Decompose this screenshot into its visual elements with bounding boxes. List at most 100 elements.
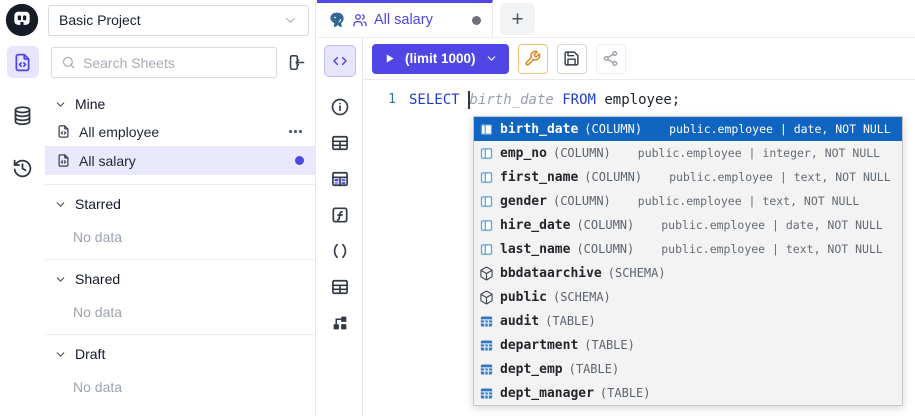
editor-rail [317,38,363,416]
function-icon [330,205,350,225]
sql-editor-surface[interactable]: 1 SELECT birth_date FROM employee; birth… [363,80,915,416]
suggest-detail: public.employee | integer, NOT NULL [638,146,880,160]
run-options-chevron-icon[interactable] [485,52,498,65]
search-input[interactable] [83,55,267,71]
chevron-down-icon [283,13,298,28]
suggest-item-last_name[interactable]: last_name (COLUMN) public.employee | text,… [474,237,902,261]
suggest-detail: public.employee | text, NOT NULL [661,242,883,256]
suggest-name: public [500,290,547,305]
section-header-mine[interactable]: Mine [45,91,315,117]
save-button[interactable] [557,44,587,74]
suggest-detail: public.employee | text, NOT NULL [638,194,860,208]
suggest-item-emp_no[interactable]: emp_no (COLUMN) public.employee | integer,… [474,141,902,165]
suggest-kind: (COLUMN) [553,146,611,160]
suggest-item-gender[interactable]: gender(COLUMN)public.employee | text, NO… [474,189,902,213]
editor-toolbar: (limit 1000) [363,38,915,80]
nav-history-button[interactable] [7,152,39,184]
suggest-item-birth_date[interactable]: birth_date(COLUMN)public.employee | date… [474,117,902,141]
table-panel-button[interactable] [323,125,357,161]
suggest-item-audit[interactable]: audit(TABLE) [474,309,902,333]
suggest-item-public[interactable]: public (SCHEMA) [474,285,902,309]
suggest-item-hire_date[interactable]: hire_date(COLUMN)public.employee | date,… [474,213,902,237]
nav-sheets-button[interactable] [7,46,39,78]
code-token-keyword: FROM [562,92,596,108]
sheet-item-all-employee[interactable]: All employee [45,117,315,146]
column-icon [479,194,494,209]
suggest-kind: (COLUMN) [576,242,634,256]
line-number: 1 [363,92,396,107]
tab-bar: All salary + [317,0,915,38]
new-tab-button[interactable]: + [500,3,535,35]
left-panel: Basic Project MineAll employee All salary… [0,0,316,416]
suggest-name: department [500,338,578,353]
project-select[interactable]: Basic Project [48,5,309,36]
brackets-panel-button[interactable] [323,233,357,269]
suggest-name: dept_manager [500,386,594,401]
code-token-keyword: SELECT [409,92,468,108]
suggest-kind: (TABLE) [569,362,620,376]
section-header-shared[interactable]: Shared [45,266,315,292]
app-logo-icon[interactable] [5,3,39,37]
chevron-down-icon [54,98,67,111]
suggest-item-first_name[interactable]: first_name (COLUMN) public.employee | text… [474,165,902,189]
empty-placeholder: No data [45,373,315,400]
tree-section-draft: Draft No data [45,335,315,409]
suggest-kind: (COLUMN) [576,218,634,232]
section-header-starred[interactable]: Starred [45,191,315,217]
suggest-name: first_name [500,170,578,185]
suggest-item-dept_emp[interactable]: dept_emp(TABLE) [474,357,902,381]
grid-table-icon [330,277,350,297]
project-select-value: Basic Project [59,12,141,28]
sample-data-panel-button[interactable] [323,161,357,197]
suggest-kind: (COLUMN) [584,170,642,184]
column-icon [479,146,494,161]
suggest-name: emp_no [500,146,547,161]
autocomplete-dropdown: birth_date(COLUMN)public.employee | date… [473,116,903,406]
parentheses-icon [330,241,350,261]
sheet-tree: MineAll employee All salary Starred No data… [45,85,315,409]
more-options-icon[interactable] [287,123,304,140]
section-header-draft[interactable]: Draft [45,341,315,367]
table-icon [479,338,494,353]
suggest-name: birth_date [500,122,578,137]
chevron-down-icon [54,273,67,286]
tab-label: All salary [374,12,433,28]
project-bar: Basic Project [0,0,315,40]
current-sheet-dot [295,156,304,165]
suggest-item-bbdataarchive[interactable]: bbdataarchive(SCHEMA) [474,261,902,285]
code-panel-button[interactable] [324,45,356,77]
suggest-detail: public.employee | text, NOT NULL [669,170,891,184]
grid-table-icon [330,133,350,153]
suggest-kind: (SCHEMA) [553,290,611,304]
share-button[interactable] [596,44,626,74]
database-icon [12,105,33,126]
column-icon [479,218,494,233]
code-token-ghost: birth_date [470,92,563,108]
empty-placeholder: No data [45,298,315,325]
schema-diagram-panel-button[interactable] [323,305,357,341]
section-label: Starred [75,196,121,212]
tree-section-mine: MineAll employee All salary [45,85,315,185]
section-label: Draft [75,346,105,362]
tables-panel-button[interactable] [323,269,357,305]
nav-databases-button[interactable] [7,99,39,131]
suggest-name: hire_date [500,218,570,233]
postgres-icon [328,11,346,29]
tab-all-salary[interactable]: All salary [317,0,493,37]
run-query-button[interactable]: (limit 1000) [372,44,509,74]
suggest-name: last_name [500,242,570,257]
info-panel-button[interactable] [323,89,357,125]
format-sql-button[interactable] [518,44,548,74]
function-panel-button[interactable] [323,197,357,233]
sheet-item-label: All salary [79,153,136,169]
column-icon [479,122,494,137]
chevron-down-icon [54,198,67,211]
sheet-item-all-salary[interactable]: All salary [45,146,315,175]
history-icon [12,158,33,179]
import-sheet-button[interactable] [287,53,306,72]
suggest-kind: (TABLE) [600,386,651,400]
suggest-item-dept_manager[interactable]: dept_manager (TABLE) [474,381,902,405]
search-icon [61,55,76,70]
schema-icon [479,266,494,281]
suggest-item-department[interactable]: department(TABLE) [474,333,902,357]
